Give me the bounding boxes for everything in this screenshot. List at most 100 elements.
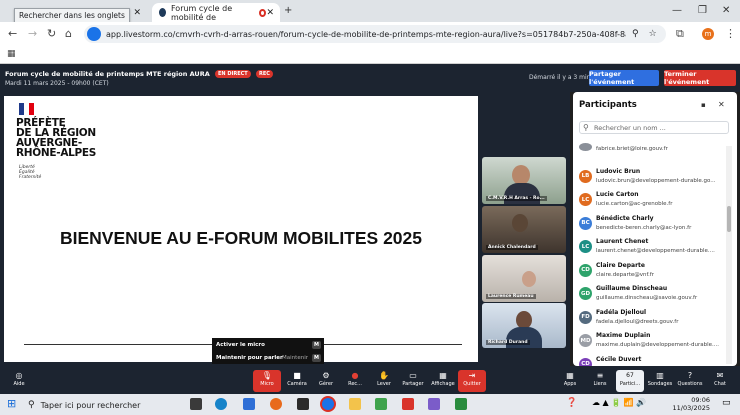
video-thumbnail-2[interactable]: Annick Chalendard [482, 206, 566, 253]
participant-name: Guillaume Dinscheau [596, 285, 668, 292]
firefox-icon[interactable] [270, 398, 282, 410]
scrollbar-track[interactable] [726, 146, 732, 364]
edge-icon[interactable] [215, 398, 227, 410]
excel-icon[interactable] [455, 398, 467, 410]
participant-row[interactable]: LB Ludovic Brun ludovic.brun@developpement… [579, 166, 729, 189]
polls-button[interactable]: ▥ Sondages [646, 370, 674, 392]
started-time: Démarré il y a 3 min. [529, 74, 593, 81]
avatar: MD [579, 334, 592, 347]
participants-count: 67 [626, 372, 634, 379]
chat-button[interactable]: ✉ Chat [706, 370, 734, 392]
apps-icon: ▦ [566, 371, 574, 380]
tab-title: Forum cycle de mobilité de [170, 3, 233, 22]
republic-motto: Liberté Égalité Fraternité [19, 165, 42, 180]
participant-name: Bénédicte Charly [596, 214, 654, 222]
search-placeholder: Rechercher un nom ... [594, 123, 666, 132]
avatar [579, 143, 592, 151]
address-bar[interactable]: app.livestorm.co/cmvrh-cvrh-d-arras-roue… [84, 25, 666, 43]
notifications-icon[interactable]: ▭ [722, 398, 731, 408]
help-button[interactable]: ◎ Aide [5, 370, 33, 392]
app-icon-green[interactable] [375, 398, 387, 410]
home-icon[interactable]: ⌂ [65, 27, 72, 40]
task-view-icon[interactable] [190, 398, 202, 410]
minimize-icon[interactable]: — [672, 5, 682, 16]
video-thumbnail-1[interactable]: C.M.V.R.H Arras - Ro... [482, 157, 566, 204]
mic-button[interactable]: 🎙 Micro [253, 370, 281, 392]
participant-row[interactable]: GD Guillaume Dinscheau guillaume.dinscheau… [579, 283, 729, 306]
close-tab-icon[interactable]: ✕ [266, 8, 274, 18]
restore-icon[interactable]: ❐ [698, 5, 707, 16]
participant-search-input[interactable]: ⚲ Rechercher un nom ... [579, 121, 729, 134]
participant-row[interactable]: FD Fadéla Djelloul fadela.djelloul@dreets.… [579, 307, 729, 330]
avatar: BC [579, 216, 592, 230]
help-tray-icon[interactable]: ❓ [566, 398, 577, 408]
share-screen-icon: ▭ [409, 371, 417, 380]
profile-avatar[interactable]: m [702, 28, 714, 40]
site-info-icon[interactable] [87, 27, 101, 41]
record-button[interactable]: ● Rec... [341, 370, 369, 392]
participant-row[interactable]: BC Bénédicte Charly benedicte-beren.charly… [579, 213, 729, 236]
exit-icon: ⇥ [468, 371, 476, 380]
bookmarks-bar: ▦ [0, 46, 740, 64]
participant-email: fabrice.briet@loire.gouv.fr [596, 146, 668, 152]
avatar: LB [579, 169, 592, 183]
zoom-icon[interactable]: ⚲ [632, 29, 639, 39]
app-icon[interactable] [297, 398, 309, 410]
participant-name: Fadéla Djelloul [596, 308, 647, 316]
forward-icon[interactable]: → [28, 27, 37, 40]
back-icon[interactable]: ← [8, 27, 17, 40]
participant-email: fadela.djelloul@dreets.gouv.fr [596, 318, 679, 325]
chat-icon: ✉ [716, 371, 724, 380]
extensions-icon[interactable]: ⧉ [676, 27, 684, 41]
apps-button[interactable]: ▦ Apps [556, 370, 584, 392]
control-bar: ◎ Aide 🎙 Micro ■ Caméra ⚙ Gérer ● Rec... ✋ Lev… [0, 366, 740, 394]
participants-button[interactable]: 67 Partici... [616, 370, 644, 392]
links-button[interactable]: ≡ Liens [586, 370, 614, 392]
new-tab-icon[interactable]: + [284, 5, 292, 16]
participant-row[interactable]: LC Lucie Carton lucie.carton@ac-grenoble.f… [579, 189, 729, 212]
participant-row[interactable]: LC Laurent Chenet laurent.chenet@developpe… [579, 236, 729, 259]
app-icon-purple[interactable] [428, 398, 440, 410]
apps-grid-icon[interactable]: ▦ [7, 49, 16, 59]
leave-button[interactable]: ⇥ Quitter [458, 370, 486, 392]
livestorm-favicon-icon [159, 8, 166, 17]
display-button[interactable]: ▦ Affichage [429, 370, 457, 392]
search-icon: ⚲ [28, 400, 35, 410]
participant-row[interactable]: fabrice.briet@loire.gouv.fr [579, 142, 729, 165]
window-close-icon[interactable]: ✕ [722, 5, 730, 16]
manage-button[interactable]: ⚙ Gérer [312, 370, 340, 392]
participant-name: Ludovic Brun [596, 167, 641, 175]
chrome-icon[interactable] [322, 398, 334, 410]
end-event-button[interactable]: Terminer l'événement [664, 70, 736, 86]
camera-button[interactable]: ■ Caméra [283, 370, 311, 392]
raise-hand-button[interactable]: ✋ Lever [370, 370, 398, 392]
event-title-row: Forum cycle de mobilité de printemps MTE… [5, 70, 273, 78]
windows-start-icon[interactable]: ⊞ [7, 397, 16, 410]
prefecture-logo-text: PRÉFÈTE DE LA RÉGION AUVERGNE- RHÔNE-ALP… [16, 117, 97, 159]
video-thumbnail-3[interactable]: Laurence Rumeau [482, 255, 566, 302]
questions-button[interactable]: ? Questions [676, 370, 704, 392]
share-screen-button[interactable]: ▭ Partager [399, 370, 427, 392]
clock[interactable]: 09:06 11/03/2025 [673, 396, 710, 412]
share-event-button[interactable]: Partager l'événement [589, 70, 659, 86]
avatar: CD [579, 263, 592, 277]
acrobat-icon[interactable] [402, 398, 414, 410]
menu-kebab-icon[interactable]: ⋮ [725, 27, 736, 40]
participant-row[interactable]: MD Maxime Duplain maxime.duplain@developpe… [579, 330, 729, 353]
browser-toolbar: ← → ↻ ⌂ app.livestorm.co/cmvrh-cvrh-d-ar… [0, 22, 740, 46]
video-thumbnail-4[interactable]: Richard Durand [482, 303, 566, 348]
participant-row[interactable]: CD Claire Departe claire.departe@vnf.fr [579, 260, 729, 283]
participant-name: Claire Departe [596, 261, 645, 269]
reload-icon[interactable]: ↻ [47, 27, 56, 40]
close-tab-icon[interactable]: ✕ [133, 8, 141, 18]
store-icon[interactable] [243, 398, 255, 410]
file-explorer-icon[interactable] [349, 398, 361, 410]
popout-icon[interactable]: ▪ [701, 101, 706, 109]
taskbar-search[interactable]: ⚲ Taper ici pour rechercher [28, 397, 178, 413]
tab-active[interactable]: Forum cycle de mobilité de ✕ [152, 3, 280, 22]
scrollbar-thumb[interactable] [727, 206, 731, 232]
bookmark-star-icon[interactable]: ☆ [649, 29, 657, 39]
tab-search-tooltip: Rechercher dans les onglets [14, 8, 130, 23]
tray-icons[interactable]: ☁ ▲ 🔋 📶 🔊 [592, 398, 646, 407]
close-panel-icon[interactable]: ✕ [718, 100, 725, 109]
